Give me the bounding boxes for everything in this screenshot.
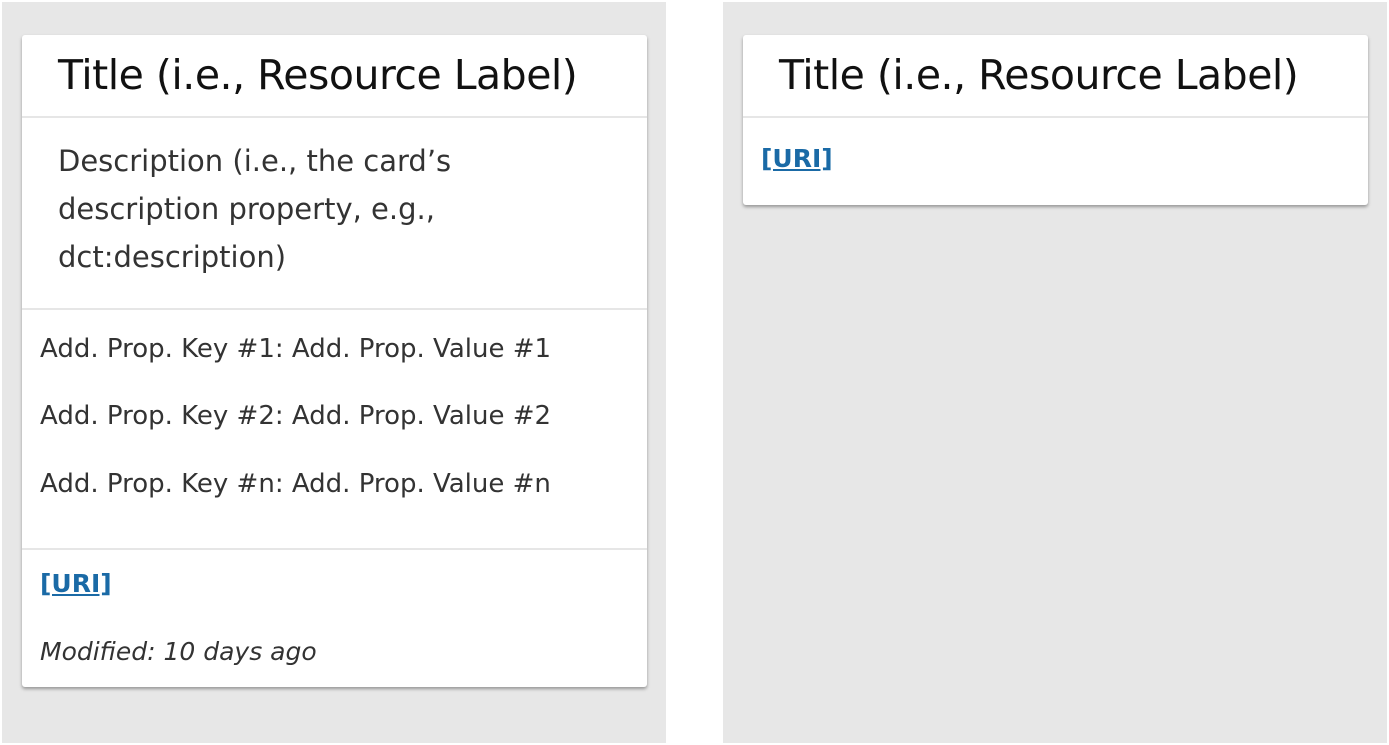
right-panel: Title (i.e., Resource Label) [URI]	[723, 2, 1387, 743]
card-header: Title (i.e., Resource Label)	[743, 35, 1368, 118]
resource-card-compact: Title (i.e., Resource Label) [URI]	[743, 35, 1368, 205]
card-description: Description (i.e., the card’s descriptio…	[58, 144, 452, 274]
resource-card-full: Title (i.e., Resource Label) Description…	[22, 35, 647, 687]
additional-property-item: Add. Prop. Key #n: Add. Prop. Value #n	[40, 469, 551, 499]
card-footer: [URI]	[743, 118, 1368, 205]
additional-properties-list: Add. Prop. Key #1: Add. Prop. Value #1 A…	[22, 310, 647, 550]
additional-property-item: Add. Prop. Key #2: Add. Prop. Value #2	[40, 401, 552, 431]
card-title: Title (i.e., Resource Label)	[58, 51, 578, 99]
additional-property-item: Add. Prop. Key #1: Add. Prop. Value #1	[40, 334, 552, 364]
uri-link[interactable]: [URI]	[40, 568, 112, 600]
card-description-section: Description (i.e., the card’s descriptio…	[22, 118, 647, 310]
card-title: Title (i.e., Resource Label)	[779, 51, 1299, 99]
uri-link[interactable]: [URI]	[761, 143, 833, 175]
modified-timestamp: Modified: 10 days ago	[40, 637, 317, 666]
left-panel: Title (i.e., Resource Label) Description…	[2, 2, 666, 743]
card-footer: [URI] Modified: 10 days ago	[22, 550, 647, 687]
card-header: Title (i.e., Resource Label)	[22, 35, 647, 118]
